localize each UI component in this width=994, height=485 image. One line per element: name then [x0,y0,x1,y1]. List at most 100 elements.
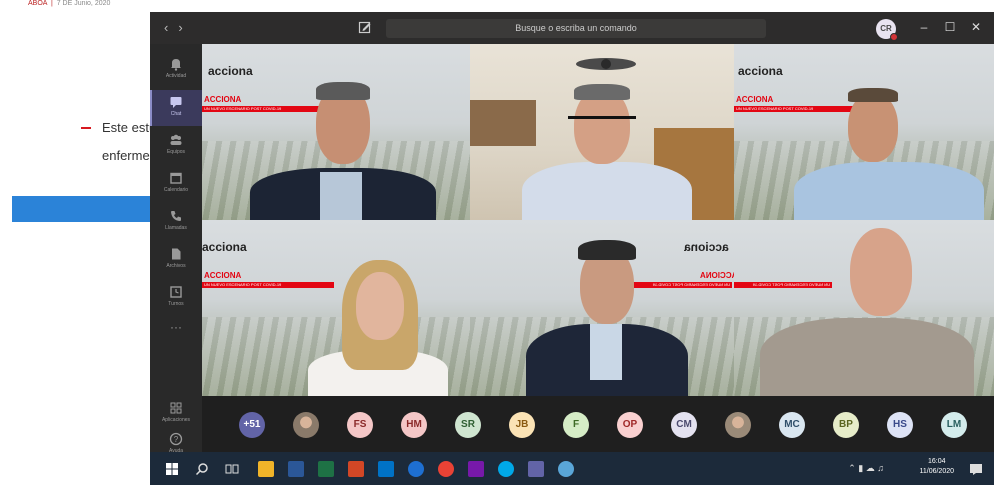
chat-icon [170,97,182,108]
brand-red-label: ACCIONA [204,271,242,280]
participant-initials: HS [893,419,907,430]
rail-item-apps[interactable]: Aplicaciones [150,396,202,432]
brand-red-label: ACCIONA [736,95,774,104]
rail-label: Calendario [163,187,189,193]
video-tile-4[interactable]: acciona ACCIONA UN NUEVO ESCENARIO POST … [202,220,470,396]
forward-arrow-icon[interactable]: › [178,20,192,35]
event-banner: UN NUEVO ESCENARIO POST COVID-19 [202,106,322,112]
phone-icon [171,211,181,221]
chrome-icon[interactable] [438,461,454,477]
participant-avatar[interactable]: SR [455,412,481,438]
brand-logo-mirrored: acciona [684,240,729,254]
rail-item-files[interactable]: Archivos [150,242,202,278]
files-icon [172,248,181,260]
notifications-icon[interactable] [968,461,984,477]
excel-icon[interactable] [318,461,334,477]
rail-label: Llamadas [165,225,187,231]
event-banner: UN NUEVO ESCENARIO POST COVID-19 [734,106,854,112]
brand-red-label: ACCIONA [204,95,242,104]
compose-icon[interactable] [358,20,372,34]
participant-initials: MC [784,419,800,430]
rail-item-teams[interactable]: Equipos [150,128,202,164]
edge-icon[interactable] [408,461,424,477]
video-tile-3[interactable]: acciona ACCIONA UN NUEVO ESCENARIO POST … [734,44,994,220]
more-icon: ··· [170,320,182,334]
participant-avatar[interactable]: +51 [239,412,265,438]
rail-label: Aplicaciones [161,417,191,423]
participant-initials: F [572,419,580,430]
participant-avatar[interactable]: JB [509,412,535,438]
participant-initials: +51 [243,419,261,430]
word-icon[interactable] [288,461,304,477]
event-banner-mirrored: UN NUEVO ESCENARIO POST COVID-19 [734,282,832,288]
outlook-icon[interactable] [378,461,394,477]
participant-avatar[interactable] [725,412,751,438]
participant-avatar[interactable]: HS [887,412,913,438]
search-icon[interactable] [194,461,210,477]
brand-red-label-mirrored: ACCIONA [700,271,734,280]
tray-icons[interactable]: ⌃ ▮ ☁ ♫ [848,463,884,474]
minimize-button[interactable]: – [916,20,932,34]
teams-icon [170,134,182,145]
article-date: 7 DE Junio, 2020 [56,0,111,7]
close-button[interactable]: ✕ [968,20,984,34]
video-tile-2[interactable] [470,44,734,220]
powerpoint-icon[interactable] [348,461,364,477]
status-busy-icon [890,33,898,41]
rail-item-calendar[interactable]: Calendario [150,166,202,202]
teams-window: ‹› Busque o escriba un comando CR – ☐ ✕ … [150,12,994,485]
rail-item-activity[interactable]: Actividad [150,52,202,88]
onenote-icon[interactable] [468,461,484,477]
event-banner: UN NUEVO ESCENARIO POST COVID-19 [202,282,334,288]
video-tile-6[interactable]: UN NUEVO ESCENARIO POST COVID-19 [734,220,994,396]
back-arrow-icon[interactable]: ‹ [164,20,178,35]
article-text-line-1: Este estu [102,120,157,135]
rail-item-calls[interactable]: Llamadas [150,204,202,240]
paint-icon[interactable] [558,461,574,477]
rail-item-shifts[interactable]: Turnos [150,280,202,316]
skype-icon[interactable] [498,461,514,477]
article-source: ABOA [28,0,48,7]
article-text-line-2: enfermec [102,148,157,163]
rail-item-more[interactable]: ··· [150,320,202,340]
history-nav: ‹› [164,20,193,35]
article-blue-banner [12,196,152,222]
participant-avatar[interactable]: OP [617,412,643,438]
clock-date: 11/06/2020 [919,468,954,475]
video-tile-1[interactable]: acciona ACCIONA UN NUEVO ESCENARIO POST … [202,44,470,220]
participant-avatar[interactable]: BP [833,412,859,438]
participant-strip: +51 FS HM SR JB F OP CM MC BP HS LM [202,396,994,452]
maximize-button[interactable]: ☐ [942,20,958,34]
rail-label: Turnos [168,301,184,307]
participant-avatar[interactable]: MC [779,412,805,438]
participant-avatar[interactable]: CM [671,412,697,438]
participant-initials: SR [461,419,475,430]
task-view-icon[interactable] [224,461,240,477]
participant-initials: HM [406,419,422,430]
video-tile-5[interactable]: acciona ACCIONA UN NUEVO ESCENARIO POST … [470,220,734,396]
participant-avatar[interactable]: LM [941,412,967,438]
rail-label: Equipos [166,149,186,155]
participant-avatar[interactable]: FS [347,412,373,438]
apps-icon [170,402,182,414]
rail-item-help[interactable]: ? Ayuda [150,432,202,454]
title-bar: ‹› Busque o escriba un comando CR – ☐ ✕ [150,12,994,44]
clock[interactable]: 16:04 11/06/2020 [919,457,954,477]
windows-start-icon[interactable] [164,461,180,477]
app-rail: Actividad Chat Equipos Calendario Llamad… [150,44,202,454]
windows-taskbar: ⌃ ▮ ☁ ♫ 16:04 11/06/2020 [150,452,994,485]
brand-logo: acciona [208,64,253,78]
participant-avatar[interactable] [293,412,319,438]
search-input[interactable]: Busque o escriba un comando [386,19,766,38]
rail-item-chat[interactable]: Chat [150,90,202,126]
video-grid: acciona ACCIONA UN NUEVO ESCENARIO POST … [202,44,994,396]
brand-logo: acciona [202,240,247,254]
teams-app-icon[interactable] [528,461,544,477]
participant-initials: LM [946,419,962,430]
file-explorer-icon[interactable] [258,461,274,477]
participant-avatar[interactable]: F [563,412,589,438]
article-meta: ABOA | 7 DE Junio, 2020 [28,0,111,7]
participant-avatar[interactable]: HM [401,412,427,438]
participant-initials: FS [353,419,367,430]
participant-initials: CM [676,419,692,430]
